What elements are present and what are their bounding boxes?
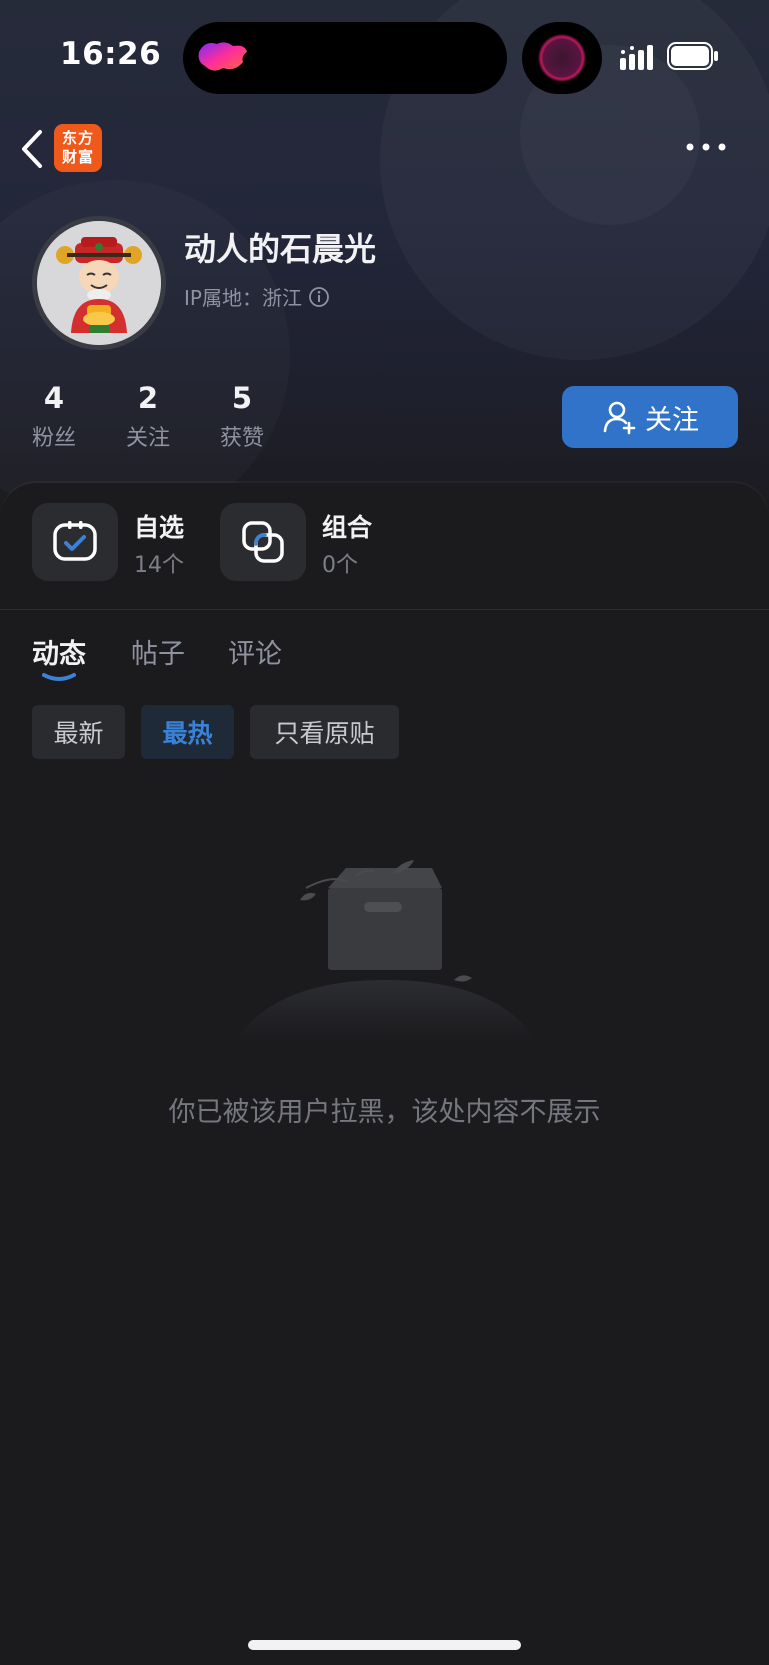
- battery-icon: [667, 42, 718, 70]
- portfolio-title: 组合: [322, 513, 373, 542]
- portfolio-icon: [242, 521, 284, 563]
- stat-label: 粉丝: [31, 426, 76, 451]
- info-icon[interactable]: [308, 286, 330, 308]
- stat-following[interactable]: 2 关注: [113, 380, 183, 452]
- filter-hottest[interactable]: 最热: [141, 705, 234, 759]
- live-activity-icon: [198, 42, 247, 71]
- portfolio-count: 0个: [322, 553, 358, 578]
- signal-icon: [620, 45, 653, 70]
- watchlist-button[interactable]: [32, 503, 118, 581]
- stat-value: 5: [231, 381, 253, 415]
- home-indicator[interactable]: [248, 1640, 521, 1650]
- stat-fans[interactable]: 4 粉丝: [19, 380, 89, 452]
- tab-activity[interactable]: 动态: [32, 632, 86, 671]
- tab-posts[interactable]: 帖子: [131, 632, 185, 671]
- back-chevron-icon[interactable]: [18, 128, 46, 170]
- empty-state-message: 你已被该用户拉黑，该处内容不展示: [168, 1097, 601, 1128]
- portfolio-button[interactable]: [220, 503, 306, 581]
- app-logo-line1: 东方: [61, 129, 94, 147]
- stat-label: 关注: [125, 426, 170, 451]
- watchlist-count: 14个: [134, 553, 184, 578]
- follow-button[interactable]: 关注: [562, 386, 738, 448]
- divider: [0, 609, 769, 610]
- stat-value: 2: [137, 381, 159, 415]
- ip-location-row: IP属地：浙江: [184, 282, 330, 311]
- caishen-avatar-icon: [37, 221, 161, 345]
- active-tab-indicator: [42, 673, 76, 681]
- watchlist-title: 自选: [134, 513, 185, 542]
- more-options-icon[interactable]: [682, 132, 732, 162]
- username: 动人的石晨光: [184, 230, 377, 268]
- stat-label: 获赞: [219, 426, 264, 451]
- content-panel: [0, 483, 769, 1665]
- follow-button-label: 关注: [645, 404, 699, 436]
- watchlist-check-icon: [53, 521, 97, 561]
- ip-location: IP属地：浙江: [184, 286, 302, 310]
- avatar[interactable]: [32, 216, 166, 350]
- filter-original-only[interactable]: 只看原贴: [250, 705, 399, 759]
- add-user-icon: [603, 401, 636, 435]
- app-logo: 东方 财富: [54, 124, 102, 172]
- status-time: 16:26: [60, 36, 162, 72]
- app-logo-line2: 财富: [61, 148, 94, 166]
- stat-value: 4: [43, 381, 65, 415]
- tab-comments[interactable]: 评论: [228, 632, 282, 671]
- filter-latest[interactable]: 最新: [32, 705, 125, 759]
- empty-box-illustration: [236, 860, 536, 1040]
- stat-likes[interactable]: 5 获赞: [207, 380, 277, 452]
- recording-indicator: [522, 22, 602, 94]
